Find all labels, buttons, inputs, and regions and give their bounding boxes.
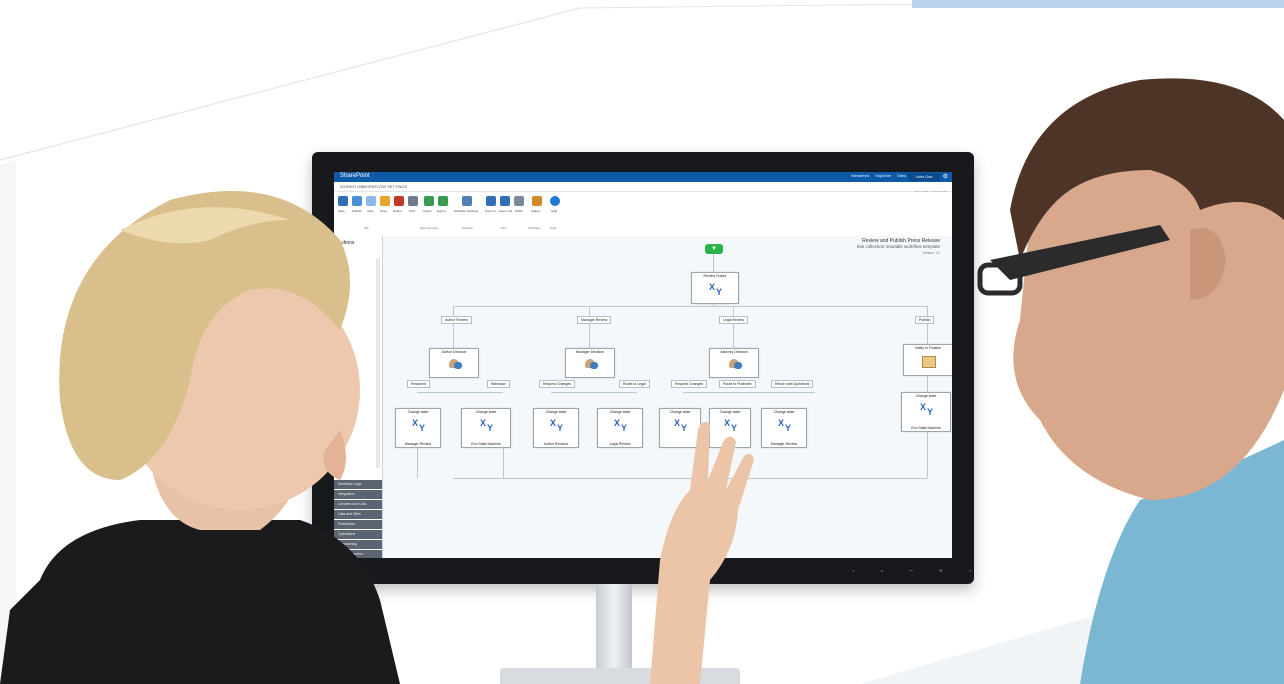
suite-link-sites[interactable]: Sites <box>897 173 906 178</box>
mail-icon <box>922 356 936 368</box>
zoom-in-button[interactable]: Zoom In <box>485 209 496 213</box>
pointing-hand <box>650 422 754 684</box>
node-foot: Author Revision <box>543 442 569 446</box>
state-x-icon: X <box>614 418 621 428</box>
outcome-request-changes-legal[interactable]: Request Changes <box>671 380 708 388</box>
outcome-route-to-legal[interactable]: Route to Legal <box>619 380 650 388</box>
branch-manager-review[interactable]: Manager Review <box>577 316 612 324</box>
connector <box>927 306 928 316</box>
workflow-version: Version 1.0 <box>922 251 940 255</box>
branch-publish[interactable]: Publish <box>915 316 935 324</box>
suite-link-skydrive[interactable]: SkyDrive <box>875 173 891 178</box>
node-label: Change state <box>609 410 631 414</box>
connector <box>713 254 714 272</box>
connector <box>927 374 928 392</box>
final-state-node[interactable]: Change state XY End State Machine <box>901 392 951 432</box>
connector <box>551 392 637 393</box>
state-x-icon: X <box>550 418 557 428</box>
state-y-icon: Y <box>621 423 628 433</box>
workflow-header: Review and Publish Press Release Site co… <box>856 238 940 256</box>
connector <box>453 306 927 307</box>
state-y-icon: Y <box>716 287 723 297</box>
decision-node[interactable]: Manager Decision <box>565 348 615 378</box>
decision-label: Attorney Decision <box>720 350 748 354</box>
outcome-withdraw[interactable]: Withdraw <box>487 380 510 388</box>
root-node[interactable]: Review Output XY <box>691 272 739 304</box>
connector <box>733 306 734 316</box>
help-icon[interactable] <box>550 196 560 206</box>
decision-node[interactable]: Attorney Decision <box>709 348 759 378</box>
suite-links: Newsfeed SkyDrive Sites <box>851 173 906 178</box>
connector <box>683 392 815 393</box>
change-state-node[interactable]: Change state XY Author Revision <box>533 408 579 448</box>
outcome-request-changes[interactable]: Request Changes <box>539 380 576 388</box>
state-x-icon: X <box>709 282 716 292</box>
group-view: View <box>500 226 507 230</box>
connector <box>589 324 590 348</box>
woman-figure <box>0 191 400 684</box>
state-y-icon: Y <box>557 423 564 433</box>
connector <box>589 306 590 316</box>
zoom-100-icon[interactable] <box>514 196 524 206</box>
help-button[interactable]: Help <box>551 209 557 213</box>
suite-link-newsfeed[interactable]: Newsfeed <box>851 173 869 178</box>
zoom-in-icon[interactable] <box>486 196 496 206</box>
branch-legal-review[interactable]: Legal Review <box>719 316 749 324</box>
node-foot: Legal Review <box>609 442 631 446</box>
zoom-out-icon[interactable] <box>500 196 510 206</box>
state-y-icon: Y <box>785 423 792 433</box>
person-body-shape <box>734 362 742 369</box>
state-x-icon: X <box>920 402 927 412</box>
monitor-stand <box>596 584 632 670</box>
node-label: Change state <box>545 410 567 414</box>
change-state-node[interactable]: Change state XY Legal Review <box>597 408 643 448</box>
outcome-route-to-publisher[interactable]: Route to Publisher <box>719 380 756 388</box>
group-workflow: Workflow <box>528 226 541 230</box>
state-y-icon: Y <box>487 423 494 433</box>
outcome-return-with-questions[interactable]: Return with Questions <box>771 380 814 388</box>
connector <box>927 324 928 344</box>
group-help: Help <box>550 226 557 230</box>
gear-icon[interactable]: ⚙ <box>943 173 948 180</box>
root-node-label: Review Output <box>703 274 727 278</box>
person-body-shape <box>590 362 598 369</box>
notify-label: Notify to Finalize <box>915 346 941 350</box>
man-figure <box>977 78 1284 684</box>
decision-label: Manager Decision <box>575 350 605 354</box>
start-icon[interactable]: ▼ <box>705 244 723 254</box>
accent-band <box>912 0 1284 8</box>
node-foot: End State Machine <box>911 426 941 430</box>
state-x-icon: X <box>778 418 785 428</box>
node-label: Change state <box>915 394 937 398</box>
notify-node[interactable]: Notify to Finalize <box>903 344 952 376</box>
connector <box>733 324 734 348</box>
user-menu[interactable]: John Doe <box>908 173 940 181</box>
gallery-button[interactable]: Gallery <box>531 209 541 213</box>
state-y-icon: Y <box>927 407 934 417</box>
zoom-out-button[interactable]: Zoom Out <box>499 209 512 213</box>
zoom-100-button[interactable]: 100% <box>515 209 523 213</box>
photo-scene: SharePoint Newsfeed SkyDrive Sites John … <box>0 0 1284 684</box>
gallery-icon[interactable] <box>532 196 542 206</box>
state-x-icon: X <box>480 418 487 428</box>
